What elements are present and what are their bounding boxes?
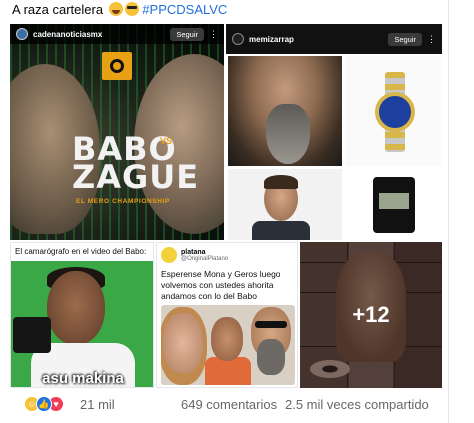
photo-tile-tweet[interactable]: platana @OriginalPlatano Esperense Mona … xyxy=(156,242,298,388)
meme-caption: El camarógrafo en el video del Babo: xyxy=(15,247,147,256)
comments-link[interactable]: 649 comentarios xyxy=(181,397,277,412)
more-photos-count: +12 xyxy=(352,302,390,327)
more-photos-overlay[interactable]: +12 xyxy=(300,242,442,388)
tweet-author-name: platana xyxy=(181,248,206,256)
sunglasses-face-icon xyxy=(124,2,139,16)
account-handle: cadenanoticiasmx xyxy=(33,29,103,39)
tweet-author: platana @OriginalPlatano xyxy=(161,247,228,263)
bearded-man-photo xyxy=(228,56,342,166)
photo-tile-meme[interactable]: El camarógrafo en el video del Babo: asu… xyxy=(10,242,154,388)
digital-watch-photo xyxy=(345,169,441,240)
more-options-icon: ⋮ xyxy=(209,28,218,39)
divider xyxy=(448,0,449,423)
laughing-face-icon xyxy=(108,2,123,16)
follow-button: Seguir xyxy=(388,32,422,46)
post-footer: ☺ 👍 ♥ 21 mil 649 comentarios 2.5 mil vec… xyxy=(0,392,474,418)
embedded-post-header: cadenanoticiasmx Seguir ⋮ xyxy=(10,24,224,44)
photo-tile-poster[interactable]: cadenanoticiasmx Seguir ⋮ BABO VS ZAGUE … xyxy=(10,24,224,240)
man-portrait-photo xyxy=(228,169,342,240)
account-handle: memizarrap xyxy=(249,34,294,44)
avatar xyxy=(161,247,177,263)
hashtag-link[interactable]: #PPCDSALVC xyxy=(142,2,227,17)
photo-grid: cadenanoticiasmx Seguir ⋮ BABO VS ZAGUE … xyxy=(10,24,442,388)
like-reaction-icon: 👍 xyxy=(36,396,52,412)
gold-watch-photo xyxy=(345,56,441,166)
reactions-summary[interactable]: ☺ 👍 ♥ xyxy=(24,396,64,412)
meme-image: asu makina xyxy=(11,261,153,387)
tweet-text: Esperense Mona y Geros luego volvemos co… xyxy=(161,269,281,301)
brand-logo xyxy=(102,52,132,80)
post-caption: A raza cartelera #PPCDSALVC xyxy=(12,2,227,17)
photo-tile-more[interactable]: +12 xyxy=(300,242,442,388)
photo-tile-collage[interactable]: memizarrap Seguir ⋮ xyxy=(226,24,442,240)
tweet-author-handle: @OriginalPlatano xyxy=(181,255,229,262)
shares-link[interactable]: 2.5 mil veces compartido xyxy=(285,397,429,412)
poster-title-line2: ZAGUE xyxy=(72,158,200,196)
more-options-icon: ⋮ xyxy=(427,33,436,44)
avatar xyxy=(16,28,28,40)
follow-button: Seguir xyxy=(170,27,204,41)
tweet-photo xyxy=(161,305,295,385)
meme-text: asu makina xyxy=(42,370,124,387)
poster-subtitle: EL MERO CHAMPIONSHIP xyxy=(76,198,170,205)
embedded-post-header: memizarrap Seguir ⋮ xyxy=(226,24,442,54)
avatar xyxy=(232,33,244,45)
reaction-count[interactable]: 21 mil xyxy=(80,397,115,412)
poster-vs: VS xyxy=(160,136,173,146)
camera-icon xyxy=(13,317,51,353)
caption-text: A raza cartelera xyxy=(12,2,104,17)
